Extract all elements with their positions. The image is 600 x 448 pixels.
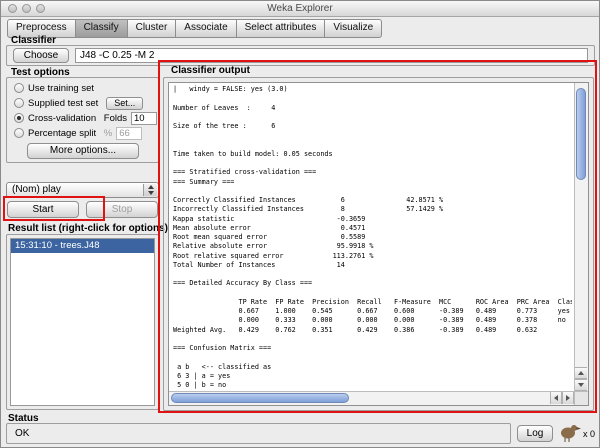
set-button[interactable]: Set... (106, 97, 144, 110)
result-list-item[interactable]: 15:31:10 - trees.J48 (11, 239, 154, 253)
choose-button[interactable]: Choose (13, 48, 69, 63)
status-groupbox: OK (6, 423, 511, 444)
horizontal-scrollbar[interactable] (169, 391, 574, 405)
radio-icon (14, 113, 24, 123)
tab-bar: Preprocess Classify Cluster Associate Se… (7, 19, 383, 38)
classifier-output-section-title: Classifier output (171, 65, 250, 76)
titlebar: Weka Explorer (1, 1, 599, 17)
vertical-scrollbar-thumb[interactable] (576, 88, 586, 180)
percent-field[interactable]: 66 (116, 127, 143, 140)
option-label: Cross-validation (28, 113, 97, 124)
option-label: Supplied test set (28, 98, 99, 109)
result-list-groupbox: 15:31:10 - trees.J48 (6, 234, 159, 410)
folds-field[interactable]: 10 (131, 112, 157, 125)
tab-associate[interactable]: Associate (176, 19, 237, 38)
classifier-output-text[interactable]: | windy = FALSE: yes (3.0) Number of Lea… (173, 85, 572, 389)
radio-supplied-test-set[interactable]: Supplied test set Set... (14, 97, 144, 110)
window-title: Weka Explorer (267, 3, 333, 14)
start-button[interactable]: Start (7, 201, 79, 218)
classifier-config-field[interactable]: J48 -C 0.25 -M 2 (75, 48, 588, 63)
class-attribute-combobox[interactable]: (Nom) play (6, 182, 159, 198)
arrow-down-icon (578, 383, 584, 387)
result-list-section-title: Result list (right-click for options) (8, 223, 169, 234)
radio-icon (14, 83, 24, 93)
radio-icon (14, 128, 24, 138)
folds-label: Folds (103, 113, 127, 124)
scroll-right-button[interactable] (562, 392, 574, 404)
tab-classify[interactable]: Classify (75, 19, 128, 38)
classifier-output-scrollpane: | windy = FALSE: yes (3.0) Number of Lea… (168, 82, 589, 406)
tab-select-attributes[interactable]: Select attributes (236, 19, 326, 38)
radio-icon (14, 98, 24, 108)
tab-visualize[interactable]: Visualize (325, 19, 383, 38)
test-options-groupbox: Use training set Supplied test set Set...… (6, 77, 159, 163)
option-label: Percentage split (28, 128, 97, 139)
status-message: OK (15, 428, 30, 439)
class-attribute-value: (Nom) play (12, 184, 61, 195)
percent-label: % (103, 128, 113, 139)
more-options-button[interactable]: More options... (27, 143, 139, 159)
result-list[interactable]: 15:31:10 - trees.J48 (10, 238, 155, 406)
stop-button: Stop (86, 201, 158, 218)
arrow-left-icon (554, 395, 558, 401)
weka-status-counter: x 0 (583, 429, 596, 439)
scroll-down-button[interactable] (575, 379, 587, 391)
classifier-groupbox: Choose J48 -C 0.25 -M 2 (6, 45, 595, 66)
radio-cross-validation[interactable]: Cross-validation Folds 10 (14, 112, 157, 125)
radio-use-training-set[interactable]: Use training set (14, 83, 94, 95)
scroll-left-button[interactable] (550, 392, 562, 404)
log-button[interactable]: Log (517, 425, 553, 442)
tab-cluster[interactable]: Cluster (127, 19, 177, 38)
option-label: Use training set (28, 83, 95, 94)
scroll-up-button[interactable] (575, 367, 587, 379)
radio-percentage-split[interactable]: Percentage split % 66 (14, 127, 143, 140)
scrollbar-corner (574, 391, 588, 405)
arrow-up-icon (578, 371, 584, 375)
weka-explorer-window: Weka Explorer Preprocess Classify Cluste… (0, 0, 600, 448)
arrow-right-icon (566, 395, 570, 401)
combo-arrows-icon (143, 184, 157, 196)
vertical-scrollbar[interactable] (574, 83, 588, 391)
weka-bird-icon (561, 425, 581, 442)
classifier-output-groupbox: | windy = FALSE: yes (3.0) Number of Lea… (163, 77, 594, 411)
horizontal-scrollbar-thumb[interactable] (171, 393, 349, 403)
